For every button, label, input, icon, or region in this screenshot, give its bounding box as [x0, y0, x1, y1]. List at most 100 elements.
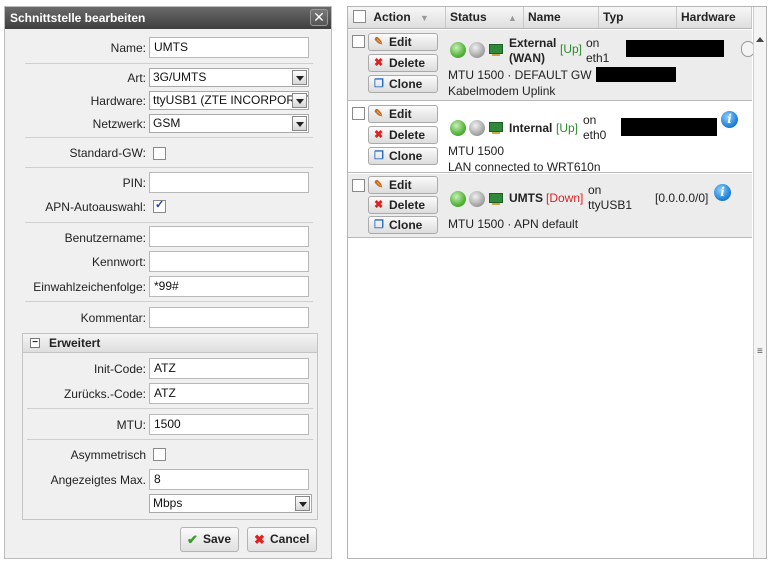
column-status[interactable]: Status ▲ [446, 7, 524, 28]
row-name: Internal [509, 121, 553, 135]
mtu-label: MTU: [116, 418, 146, 432]
column-name[interactable]: Name [524, 7, 599, 28]
standard-gw-checkbox[interactable] [153, 147, 166, 160]
apn-auto-checkbox[interactable] [153, 198, 166, 213]
row-device: ttyUSB1 [588, 198, 633, 212]
standard-gw-label: Standard-GW: [69, 146, 146, 160]
clone-button[interactable]: ❐ Clone [368, 147, 438, 165]
edit-button-label: Edit [389, 35, 412, 49]
column-hardware-label: Hardware [681, 10, 736, 24]
table-row[interactable]: ✎ Edit ✖ Delete ❐ Clone UMTS [Down] on t… [348, 174, 752, 238]
edit-button[interactable]: ✎ Edit [368, 176, 438, 194]
chevron-down-icon [295, 496, 310, 511]
row-checkbox[interactable] [352, 179, 365, 192]
status-badge: [Down] [546, 191, 584, 205]
netzwerk-select[interactable]: GSM [149, 114, 309, 133]
cancel-button-label: Cancel [270, 532, 310, 546]
asymmetric-label: Asymmetrisch [70, 448, 146, 462]
delete-button[interactable]: ✖ Delete [368, 126, 438, 144]
edit-button[interactable]: ✎ Edit [368, 33, 438, 51]
advanced-header[interactable]: − Erweitert [22, 333, 318, 353]
clone-button[interactable]: ❐ Clone [368, 216, 438, 234]
column-typ[interactable]: Typ [599, 7, 677, 28]
password-label: Kennwort: [91, 255, 146, 269]
row-checkbox[interactable] [352, 107, 365, 120]
delete-button[interactable]: ✖ Delete [368, 196, 438, 214]
init-code-label: Init-Code: [93, 362, 146, 376]
collapse-icon[interactable]: − [30, 338, 40, 348]
asymmetric-checkbox[interactable] [153, 448, 166, 461]
row-detail: MTU 1500 [448, 144, 505, 158]
divider [25, 63, 313, 64]
row-device-prefix: on [588, 183, 602, 197]
row-device: eth1 [586, 51, 610, 65]
dial-string-label: Einwahlzeichenfolge: [33, 280, 146, 294]
network-card-icon [489, 44, 503, 56]
redacted-block [626, 40, 724, 57]
save-button[interactable]: ✔ Save [180, 527, 239, 552]
delete-button-label: Delete [389, 198, 426, 212]
dial-string-field[interactable]: *99# [149, 276, 309, 297]
row-detail: MTU 1500 · DEFAULT GW [448, 68, 592, 82]
delete-button[interactable]: ✖ Delete [368, 54, 438, 72]
comment-field[interactable] [149, 307, 309, 328]
network-card-icon [489, 122, 503, 134]
row-device-prefix: on [583, 113, 597, 127]
status-green-icon [450, 120, 466, 136]
x-icon: ✖ [254, 532, 265, 547]
row-checkbox[interactable] [352, 35, 365, 48]
name-field[interactable]: UMTS [149, 37, 309, 58]
username-field[interactable] [149, 226, 309, 247]
pin-label: PIN: [122, 176, 146, 190]
clone-button[interactable]: ❐ Clone [368, 75, 438, 93]
table-row[interactable]: ✎ Edit ✖ Delete ❐ Clone External (WAN) [… [348, 30, 755, 101]
reset-code-field[interactable]: ATZ [149, 383, 309, 404]
status-gray-icon [469, 42, 485, 58]
interfaces-grid: Action ▼ Status ▲ Name Typ Hardware ✎ Ed… [347, 6, 767, 559]
copy-icon: ❐ [374, 150, 384, 162]
status-green-icon [450, 42, 466, 58]
row-device: eth0 [583, 128, 607, 142]
info-icon[interactable]: i [714, 184, 731, 201]
row-address: [0.0.0.0/0] [655, 191, 709, 205]
init-code-field[interactable]: ATZ [149, 358, 309, 379]
row-name: External [509, 36, 557, 50]
art-select[interactable]: 3G/UMTS [149, 68, 309, 87]
check-icon: ✔ [187, 532, 198, 547]
info-icon[interactable]: i [721, 111, 738, 128]
art-select-value: 3G/UMTS [153, 70, 207, 84]
column-hardware[interactable]: Hardware [677, 7, 752, 28]
max-display-field[interactable]: 8 [149, 469, 309, 490]
status-gray-icon [469, 191, 485, 207]
column-name-label: Name [528, 10, 561, 24]
scroll-grip-icon[interactable]: ≡ [757, 347, 763, 357]
password-field[interactable] [149, 251, 309, 272]
scroll-up-icon[interactable] [756, 37, 764, 42]
column-action[interactable]: Action ▼ [348, 7, 446, 28]
reset-code-label: Zurücks.-Code: [63, 387, 146, 401]
status-green-icon [450, 191, 466, 207]
row-detail: MTU 1500 · APN default [448, 217, 579, 231]
close-icon[interactable]: ✕ [310, 9, 328, 26]
edit-button[interactable]: ✎ Edit [368, 105, 438, 123]
table-row[interactable]: ✎ Edit ✖ Delete ❐ Clone Internal [Up] on… [348, 102, 752, 174]
chevron-down-icon [292, 70, 307, 85]
vertical-scrollbar[interactable]: ≡ [753, 7, 766, 558]
mtu-field[interactable]: 1500 [149, 414, 309, 435]
art-label: Art: [127, 71, 146, 85]
x-icon: ✖ [374, 57, 384, 69]
edit-interface-dialog: Schnittstelle bearbeiten ✕ Name: UMTS Ar… [4, 6, 332, 559]
select-all-checkbox[interactable] [353, 10, 366, 24]
delete-button-label: Delete [389, 128, 426, 142]
clone-button-label: Clone [389, 77, 423, 91]
divider [25, 137, 313, 138]
apn-auto-label: APN-Autoauswahl: [45, 200, 146, 214]
cancel-button[interactable]: ✖ Cancel [247, 527, 317, 552]
unit-select[interactable]: Mbps [149, 494, 312, 513]
username-label: Benutzername: [64, 231, 146, 245]
edit-button-label: Edit [389, 178, 412, 192]
pin-field[interactable] [149, 172, 309, 193]
hardware-select[interactable]: ttyUSB1 (ZTE INCORPORATED) [149, 91, 309, 110]
redacted-block [596, 67, 676, 82]
chevron-down-icon [292, 116, 307, 131]
